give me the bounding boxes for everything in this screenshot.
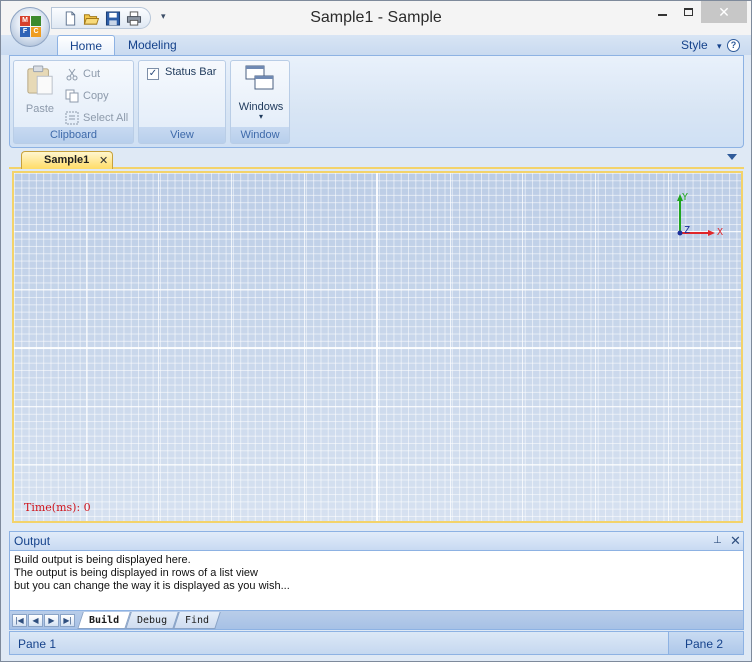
axis-triad-icon: Y X Z <box>677 192 723 238</box>
tab-find-label: Find <box>185 615 210 626</box>
view-group: ✓ Status Bar View <box>138 60 226 144</box>
paste-button[interactable]: Paste <box>18 63 62 123</box>
status-pane-2-label: Pane 2 <box>685 637 724 651</box>
clipboard-group: Paste Cut Copy Select All Clipboard <box>13 60 134 144</box>
checkbox-check-icon: ✓ <box>147 68 159 80</box>
status-bar-label: Status Bar <box>165 66 217 78</box>
render-time-label: Time(ms): 0 <box>24 501 91 514</box>
previous-tab-icon[interactable]: ◀ <box>28 614 43 627</box>
help-icon[interactable]: ? <box>727 39 740 52</box>
list-item: but you can change the way it is display… <box>14 580 290 592</box>
3d-viewport[interactable]: Y X Z Time(ms): 0 <box>12 171 743 523</box>
status-bar: Pane 1 Pane 2 <box>9 631 744 655</box>
pin-icon[interactable]: ⊥ <box>713 535 722 546</box>
tab-find[interactable]: Find <box>173 612 221 629</box>
status-pane-1: Pane 1 <box>18 637 57 651</box>
cut-label: Cut <box>83 68 101 80</box>
list-item: Build output is being displayed here. <box>14 554 191 566</box>
windows-icon <box>245 65 274 90</box>
windows-button[interactable]: Windows ▾ <box>231 61 291 123</box>
document-tab-bar: Sample1 ✕ <box>9 149 744 169</box>
status-pane-2: Pane 2 <box>668 632 743 654</box>
select-all-label: Select All <box>83 112 129 124</box>
status-bar-checkbox[interactable]: ✓ Status Bar <box>139 61 227 85</box>
grid-axis-horizontal <box>14 347 741 349</box>
first-tab-icon[interactable]: |◀ <box>12 614 27 627</box>
tab-home[interactable]: Home <box>57 35 116 55</box>
minimize-button[interactable] <box>648 1 676 23</box>
application-window: ▾ Sample1 - Sample ✕ M F C Home Modeling… <box>0 0 752 662</box>
window-title: Sample1 - Sample <box>310 9 442 26</box>
list-item: The output is being displayed in rows of… <box>14 567 258 579</box>
style-menu[interactable]: Style ▾ <box>681 38 722 52</box>
scissors-icon <box>66 68 78 81</box>
logo-quadrant: M <box>20 16 30 26</box>
y-axis-label: Y <box>682 192 688 203</box>
title-bar: ▾ Sample1 - Sample ✕ <box>1 1 751 35</box>
clipboard-group-label: Clipboard <box>14 127 133 143</box>
last-tab-icon[interactable]: ▶| <box>60 614 75 627</box>
tab-debug-label: Debug <box>137 615 168 626</box>
select-all-button[interactable]: Select All <box>65 109 135 127</box>
next-tab-icon[interactable]: ▶ <box>44 614 59 627</box>
maximize-button[interactable] <box>676 1 701 23</box>
paste-label: Paste <box>25 103 55 115</box>
window-group-label: Window <box>231 127 289 143</box>
document-tab-label: Sample1 <box>44 154 90 166</box>
cut-button[interactable]: Cut <box>65 65 135 83</box>
chevron-down-icon: ▾ <box>258 112 263 121</box>
tab-list-dropdown-icon[interactable] <box>727 154 737 160</box>
office-orb-icon: M F C <box>20 16 42 38</box>
ribbon-tab-strip: Home Modeling Style ▾ ? <box>1 35 751 55</box>
ribbon-panel: Paste Cut Copy Select All Clipboard ✓ St… <box>9 55 744 148</box>
minimize-icon <box>657 14 667 16</box>
copy-icon <box>65 89 79 103</box>
output-pane-header: Output ⊥ ✕ <box>9 531 744 551</box>
tab-modeling[interactable]: Modeling <box>116 35 189 55</box>
chevron-down-icon: ▾ <box>717 41 722 51</box>
window-group: Windows ▾ Window <box>230 60 290 144</box>
close-icon[interactable]: ✕ <box>730 533 741 549</box>
copy-label: Copy <box>83 90 109 102</box>
paste-icon <box>27 65 53 95</box>
application-menu-button[interactable]: M F C <box>10 7 50 47</box>
close-icon[interactable]: ✕ <box>99 154 108 167</box>
x-axis-label: X <box>717 227 723 238</box>
document-tab-sample1[interactable]: Sample1 ✕ <box>21 151 113 169</box>
logo-quadrant <box>31 16 41 26</box>
output-pane-title: Output <box>14 534 51 548</box>
copy-button[interactable]: Copy <box>65 87 135 105</box>
tab-build[interactable]: Build <box>77 612 131 629</box>
style-menu-label: Style <box>681 38 708 52</box>
maximize-icon <box>684 8 693 16</box>
z-axis-label: Z <box>684 225 690 236</box>
output-tab-bar: |◀ ◀ ▶ ▶| Build Debug Find <box>9 610 744 630</box>
tab-debug[interactable]: Debug <box>125 612 179 629</box>
view-group-label: View <box>139 127 225 143</box>
output-list[interactable]: Build output is being displayed here. Th… <box>9 551 744 610</box>
select-all-icon <box>65 111 79 125</box>
close-button[interactable]: ✕ <box>701 1 747 23</box>
logo-quadrant: C <box>31 27 41 37</box>
tab-build-label: Build <box>89 615 120 626</box>
logo-quadrant: F <box>20 27 30 37</box>
close-icon: ✕ <box>718 4 730 20</box>
